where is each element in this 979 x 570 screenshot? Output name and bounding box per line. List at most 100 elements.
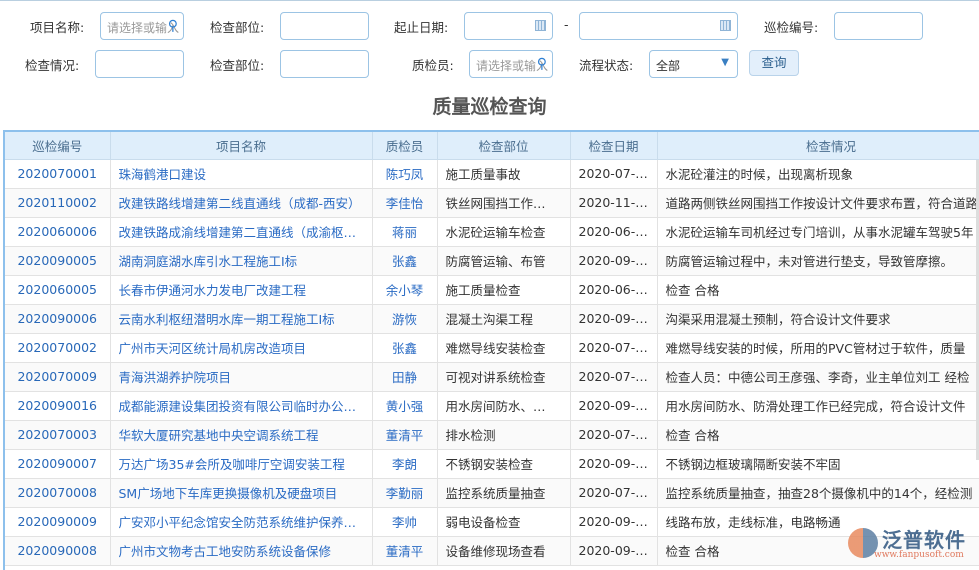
cell-project-name[interactable]: 珠海鹤港口建设	[110, 159, 373, 189]
calendar-icon[interactable]	[535, 20, 546, 31]
cell-project-name[interactable]: 成都能源建设集团投资有限公司临时办公场所	[110, 391, 373, 421]
cell-check-date: 2020-06-07	[570, 217, 658, 247]
cell-project-name[interactable]: 长春市伊通河水力发电厂改建工程	[110, 275, 373, 305]
cell-patrol-no[interactable]: 2020070001	[5, 159, 111, 189]
column-header-project-name[interactable]: 项目名称	[110, 132, 373, 160]
cell-project-name[interactable]: 改建铁路线增建第二线直通线（成都-西安）	[110, 188, 373, 218]
cell-patrol-no[interactable]: 2020090005	[5, 246, 111, 276]
cell-check-date: 2020-09-09	[570, 507, 658, 537]
project-input[interactable]: 请选择或输入 ⚲	[100, 12, 184, 40]
cell-patrol-no[interactable]: 2020060005	[5, 275, 111, 305]
chevron-down-icon: ▼	[721, 57, 729, 68]
cell-check-part: 不锈钢安装检查	[437, 449, 571, 479]
cell-check-situation: 检查人员：中德公司王彦强、李奇，业主单位刘工 经检	[657, 362, 979, 392]
table-row[interactable]: 2020090007 万达广场35#会所及咖啡厅空调安装工程 李朗 不锈钢安装检查 20…	[5, 449, 979, 479]
table-row[interactable]: 2020090009 广安邓小平纪念馆安全防范系统维护保养项目 李帅 弱电设备检查 20…	[5, 507, 979, 537]
query-button[interactable]: 查询	[749, 50, 799, 76]
cell-patrol-no[interactable]: 2020070009	[5, 362, 111, 392]
table-row[interactable]: 2020070008 SM广场地下车库更换摄像机及硬盘项目 李勤丽 监控系统质量抽查 2…	[5, 478, 979, 508]
situation-input[interactable]	[95, 50, 184, 78]
cell-check-date: 2020-06-04	[570, 275, 658, 305]
cell-patrol-no[interactable]: 2020090016	[5, 391, 111, 421]
table-row[interactable]: 2020110002 改建铁路线增建第二线直通线（成都-西安） 李佳怡 铁丝网围挡工作…	[5, 188, 979, 218]
column-header-inspector[interactable]: 质检员	[372, 132, 438, 160]
status-value: 全部	[656, 59, 681, 73]
cell-project-name[interactable]: 万达广场35#会所及咖啡厅空调安装工程	[110, 449, 373, 479]
situation-label: 检查情况:	[25, 58, 80, 73]
cell-patrol-no[interactable]: 2020070002	[5, 333, 111, 363]
table-row[interactable]: 2020090006 云南水利枢纽潜明水库一期工程施工I标 游恢 混凝土沟渠工程 202…	[5, 304, 979, 334]
patrol-no-input[interactable]	[834, 12, 923, 40]
cell-project-name[interactable]: 广州市文物考古工地安防系统设备保修	[110, 536, 373, 566]
cell-check-date: 2020-07-09	[570, 333, 658, 363]
cell-project-name[interactable]: 改建铁路成渝线增建第二直通线（成渝枢纽）	[110, 217, 373, 247]
part-label: 检查部位:	[210, 20, 265, 35]
search-icon[interactable]: ⚲	[537, 56, 547, 72]
cell-patrol-no[interactable]: 2020090008	[5, 536, 111, 566]
cell-check-date: 2020-09-09	[570, 449, 658, 479]
cell-check-situation: 监控系统质量抽查，抽查28个摄像机中的14个，经检测	[657, 478, 979, 508]
cell-check-situation: 用水房间防水、防滑处理工作已经完成，符合设计文件	[657, 391, 979, 421]
cell-inspector: 余小琴	[372, 275, 438, 305]
cell-inspector: 李帅	[372, 507, 438, 537]
cell-project-name[interactable]: 华软大厦研究基地中央空调系统工程	[110, 420, 373, 450]
cell-check-situation: 难燃导线安装的时候，所用的PVC管材过于软件，质量	[657, 333, 979, 363]
cell-check-part: 铁丝网围挡工作…	[437, 188, 571, 218]
cell-project-name[interactable]: 青海洪湖养护院项目	[110, 362, 373, 392]
watermark: 泛普软件 www.fanpusoft.com	[846, 524, 971, 564]
cell-project-name[interactable]: 湖南洞庭湖水库引水工程施工I标	[110, 246, 373, 276]
start-date-input[interactable]	[464, 12, 553, 40]
cell-check-date: 2020-11-01	[570, 188, 658, 218]
table-row[interactable]: 2020070002 广州市天河区统计局机房改造项目 张鑫 难燃导线安装检查 2020-…	[5, 333, 979, 363]
cell-check-part: 用水房间防水、…	[437, 391, 571, 421]
top-divider	[0, 0, 979, 1]
cell-check-part: 弱电设备检查	[437, 507, 571, 537]
table-row[interactable]: 2020060006 改建铁路成渝线增建第二直通线（成渝枢纽） 蒋丽 水泥砼运输车检查…	[5, 217, 979, 247]
status-label: 流程状态:	[579, 58, 634, 73]
calendar-icon[interactable]	[720, 20, 731, 31]
cell-inspector: 田静	[372, 362, 438, 392]
table-row[interactable]: 2020060005 长春市伊通河水力发电厂改建工程 余小琴 施工质量检查 2020-0…	[5, 275, 979, 305]
cell-check-date: 2020-07-19	[570, 478, 658, 508]
column-header-check-date[interactable]: 检查日期	[570, 132, 658, 160]
cell-patrol-no[interactable]: 2020110002	[5, 188, 111, 218]
results-table: 巡检编号 项目名称 质检员 检查部位 检查日期 检查情况 2020070001 珠海鹤港口建…	[3, 130, 979, 570]
part-input[interactable]	[280, 12, 369, 40]
table-row[interactable]: 2020070003 华软大厦研究基地中央空调系统工程 董清平 排水检测 2020-07…	[5, 420, 979, 450]
part2-input[interactable]	[280, 50, 369, 78]
search-icon[interactable]: ⚲	[168, 18, 178, 34]
cell-patrol-no[interactable]: 2020090009	[5, 507, 111, 537]
cell-inspector: 董清平	[372, 536, 438, 566]
cell-check-part: 可视对讲系统检查	[437, 362, 571, 392]
cell-inspector: 张鑫	[372, 333, 438, 363]
watermark-brand: 泛普软件	[882, 528, 966, 552]
cell-project-name[interactable]: 广州市天河区统计局机房改造项目	[110, 333, 373, 363]
cell-patrol-no[interactable]: 2020070003	[5, 420, 111, 450]
cell-patrol-no[interactable]: 2020070008	[5, 478, 111, 508]
cell-check-date: 2020-07-19	[570, 362, 658, 392]
inspector-input[interactable]: 请选择或输入 ⚲	[469, 50, 553, 78]
table-row[interactable]: 2020070001 珠海鹤港口建设 陈巧凤 施工质量事故 2020-07-09 水泥砼灌…	[5, 159, 979, 189]
status-select[interactable]: 全部 ▼	[649, 50, 738, 78]
cell-check-situation: 道路两侧铁丝网围挡工作按设计文件要求布置，符合道路	[657, 188, 979, 218]
table-row[interactable]: 2020070009 青海洪湖养护院项目 田静 可视对讲系统检查 2020-07-19 检…	[5, 362, 979, 392]
cell-patrol-no[interactable]: 2020090006	[5, 304, 111, 334]
table-row[interactable]: 2020090008 广州市文物考古工地安防系统设备保修 董清平 设备维修现场查看 20…	[5, 536, 979, 566]
cell-inspector: 陈巧凤	[372, 159, 438, 189]
date-label: 起止日期:	[394, 20, 449, 35]
column-header-check-part[interactable]: 检查部位	[437, 132, 571, 160]
cell-check-part: 排水检测	[437, 420, 571, 450]
cell-project-name[interactable]: 广安邓小平纪念馆安全防范系统维护保养项目	[110, 507, 373, 537]
date-separator: -	[564, 17, 569, 32]
cell-check-part: 混凝土沟渠工程	[437, 304, 571, 334]
column-header-check-situation[interactable]: 检查情况	[657, 132, 979, 160]
cell-patrol-no[interactable]: 2020090007	[5, 449, 111, 479]
table-row[interactable]: 2020090005 湖南洞庭湖水库引水工程施工I标 张鑫 防腐管运输、布管 2020-…	[5, 246, 979, 276]
cell-project-name[interactable]: SM广场地下车库更换摄像机及硬盘项目	[110, 478, 373, 508]
end-date-input[interactable]	[579, 12, 738, 40]
table-row[interactable]: 2020090016 成都能源建设集团投资有限公司临时办公场所 黄小强 用水房间防水、…	[5, 391, 979, 421]
cell-inspector: 张鑫	[372, 246, 438, 276]
cell-patrol-no[interactable]: 2020060006	[5, 217, 111, 247]
cell-project-name[interactable]: 云南水利枢纽潜明水库一期工程施工I标	[110, 304, 373, 334]
column-header-patrol-no[interactable]: 巡检编号	[5, 132, 111, 160]
